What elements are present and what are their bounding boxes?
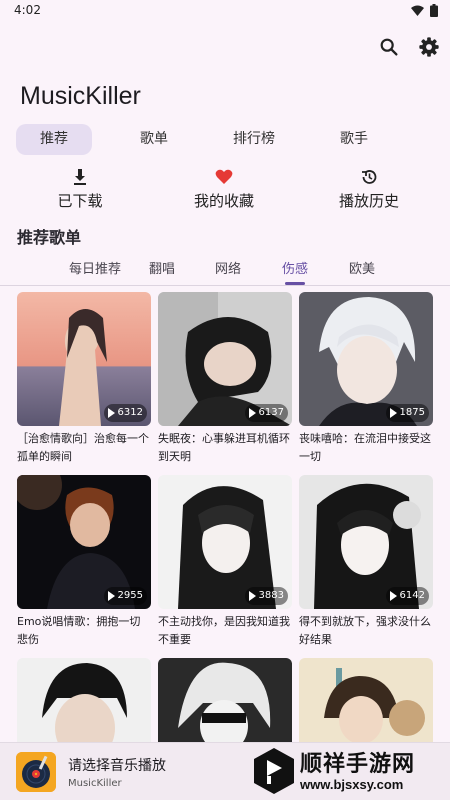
play-count: 6142 xyxy=(399,590,425,601)
playlist-card[interactable]: 3883 不主动找你，是因我知道我不重要 xyxy=(158,475,292,649)
play-count-badge: 6137 xyxy=(244,404,288,422)
playlist-card[interactable]: 6142 得不到就放下，强求没什么好结果 xyxy=(299,475,433,649)
battery-icon xyxy=(430,4,438,17)
download-icon xyxy=(74,169,86,185)
now-playing-subtitle: MusicKiller xyxy=(68,778,122,789)
history-icon xyxy=(362,170,377,184)
watermark-logo-icon xyxy=(254,748,294,794)
now-playing-thumbnail xyxy=(16,752,56,792)
playlist-cover: 3883 xyxy=(158,475,292,609)
playlist-cover: 2955 xyxy=(17,475,151,609)
subtab-western[interactable]: 欧美 xyxy=(327,258,397,277)
heart-icon xyxy=(215,169,233,184)
section-title: 推荐歌单 xyxy=(17,228,82,247)
downloaded-button[interactable]: 已下载 xyxy=(20,168,140,211)
status-time: 4:02 xyxy=(14,3,41,17)
play-count: 6312 xyxy=(117,407,143,418)
vinyl-record-icon xyxy=(16,752,56,792)
playlist-card[interactable]: 6312 ［治愈情歌向］治愈每一个孤单的瞬间 xyxy=(17,292,151,466)
favorites-label: 我的收藏 xyxy=(193,192,254,210)
play-count-badge: 2955 xyxy=(103,587,147,605)
history-label: 播放历史 xyxy=(338,192,399,210)
subtab-daily[interactable]: 每日推荐 xyxy=(60,258,130,277)
playlist-title: 失眠夜：心事躲进耳机循环到天明 xyxy=(158,432,290,463)
tab-playlists[interactable]: 歌单 xyxy=(116,124,192,155)
playlist-category-tabs: 每日推荐 翻唱 网络 伤感 欧美 xyxy=(0,252,450,286)
app-title: MusicKiller xyxy=(20,82,141,110)
playlist-title: 得不到就放下，强求没什么好结果 xyxy=(299,615,431,646)
watermark-url: www.bjsxsy.com xyxy=(300,777,404,792)
tab-artists[interactable]: 歌手 xyxy=(316,124,392,155)
playlist-card[interactable]: 6137 失眠夜：心事躲进耳机循环到天明 xyxy=(158,292,292,466)
now-playing-title: 请选择音乐播放 xyxy=(68,758,166,774)
status-icons xyxy=(411,4,438,17)
watermark-brand: 顺祥手游网 xyxy=(300,752,416,777)
play-icon xyxy=(389,591,397,601)
playlist-cover: 6312 xyxy=(17,292,151,426)
play-count-badge: 6142 xyxy=(385,587,429,605)
main-tabs: 推荐 歌单 排行榜 歌手 xyxy=(16,124,416,156)
playlist-title: 丧味嘻哈：在流泪中接受这一切 xyxy=(299,432,431,463)
downloaded-label: 已下载 xyxy=(57,192,103,210)
wifi-icon xyxy=(411,5,424,16)
subtab-covers[interactable]: 翻唱 xyxy=(127,258,197,277)
search-icon[interactable] xyxy=(378,36,400,58)
playlist-card[interactable]: 2955 Emo说唱情歌：拥抱一切悲伤 xyxy=(17,475,151,649)
subtab-sad[interactable]: 伤感 xyxy=(260,258,330,277)
play-count: 2955 xyxy=(117,590,143,601)
play-count-badge: 6312 xyxy=(103,404,147,422)
play-icon xyxy=(248,591,256,601)
history-button[interactable]: 播放历史 xyxy=(309,168,429,211)
play-count-badge: 3883 xyxy=(244,587,288,605)
play-icon xyxy=(248,408,256,418)
playlist-title: ［治愈情歌向］治愈每一个孤单的瞬间 xyxy=(17,432,149,463)
play-icon xyxy=(389,408,397,418)
play-count: 6137 xyxy=(258,407,284,418)
watermark: 顺祥手游网 www.bjsxsy.com xyxy=(250,746,446,798)
active-tab-indicator xyxy=(285,282,305,285)
play-count: 3883 xyxy=(258,590,284,601)
quick-actions: 已下载 我的收藏 播放历史 xyxy=(0,168,450,213)
play-icon xyxy=(107,408,115,418)
playlist-card[interactable]: 1875 丧味嘻哈：在流泪中接受这一切 xyxy=(299,292,433,466)
status-bar: 4:02 xyxy=(0,0,450,22)
playlist-title: 不主动找你，是因我知道我不重要 xyxy=(158,615,290,646)
favorites-button[interactable]: 我的收藏 xyxy=(164,168,284,211)
play-count-badge: 1875 xyxy=(385,404,429,422)
play-count: 1875 xyxy=(399,407,425,418)
tab-charts[interactable]: 排行榜 xyxy=(216,124,292,155)
playlist-title: Emo说唱情歌：拥抱一切悲伤 xyxy=(17,615,141,646)
playlist-cover: 6142 xyxy=(299,475,433,609)
tab-recommend[interactable]: 推荐 xyxy=(16,124,92,155)
settings-gear-icon[interactable] xyxy=(418,36,440,58)
subtab-internet[interactable]: 网络 xyxy=(193,258,263,277)
playlist-cover: 1875 xyxy=(299,292,433,426)
play-icon xyxy=(107,591,115,601)
playlist-cover: 6137 xyxy=(158,292,292,426)
